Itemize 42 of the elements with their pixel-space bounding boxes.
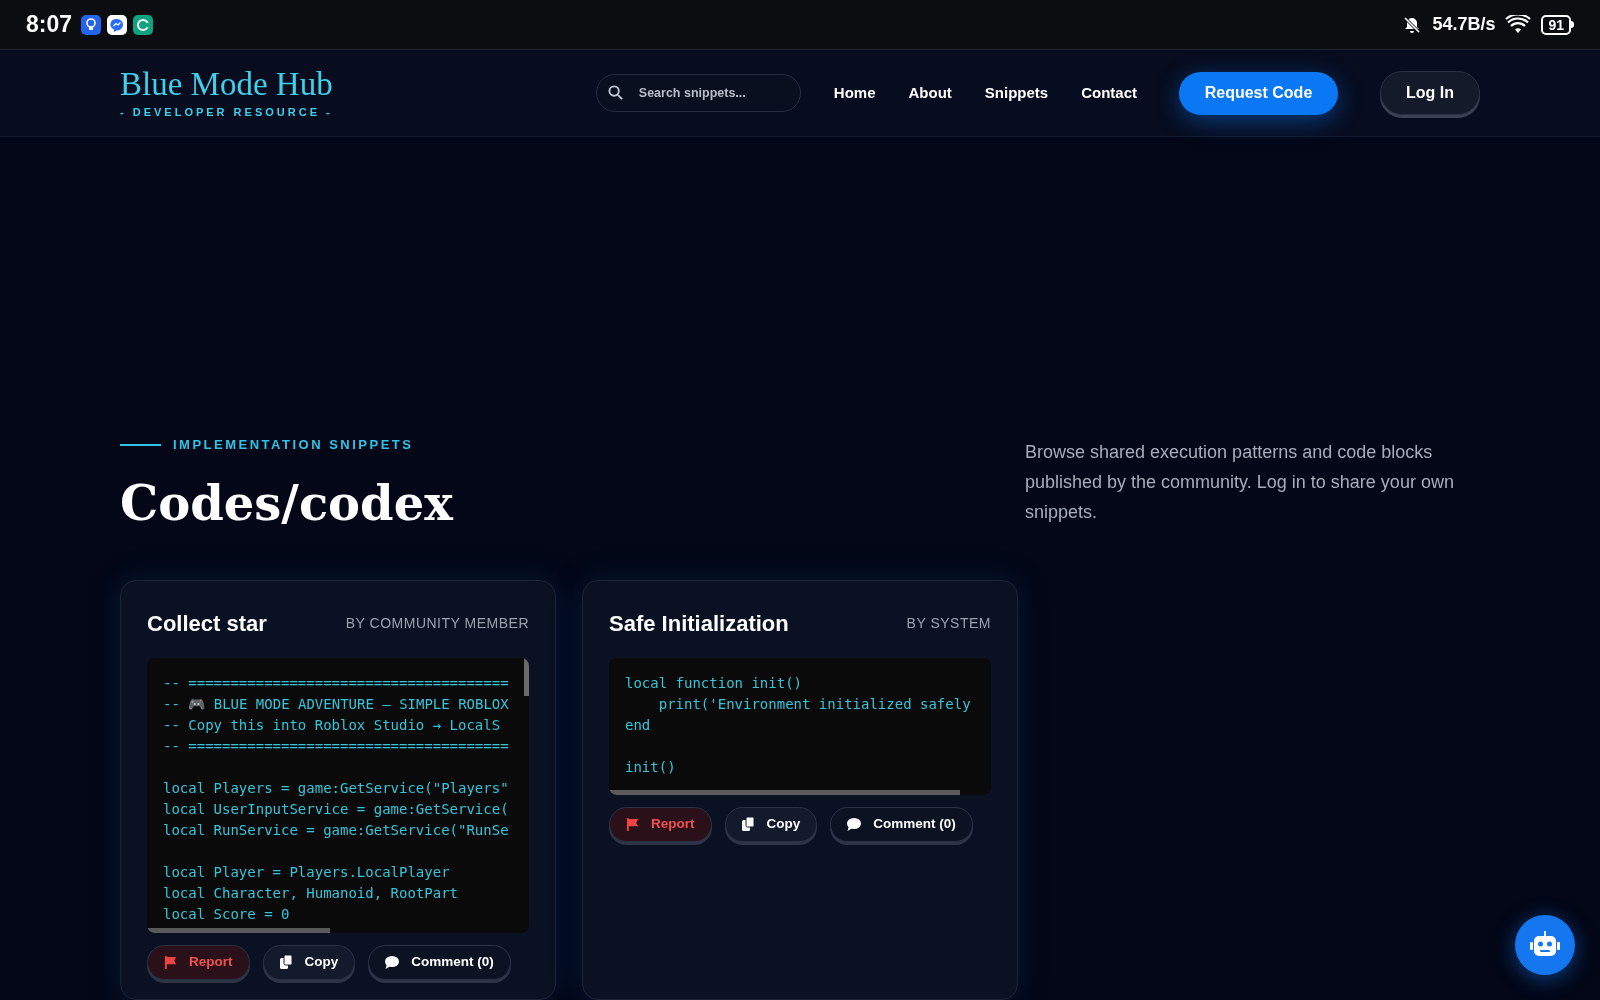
- logo-tagline: - DEVELOPER RESOURCE -: [120, 104, 333, 120]
- request-code-button[interactable]: Request Code: [1179, 71, 1338, 115]
- search-icon: [607, 85, 623, 100]
- code-text: -- ====================================== -- 🎮 BLUE MODE ADVENTURE — SIMPLE ROBLOX -- Copy this into Roblox Studio → LocalS -- ====================================== local Players = game:GetService("Players" local UserInputService = game:GetService( local RunService = game:GetService("RunSe local Player = Players.LocalPlayer local Character, Humanoid, RootPart local Score = 0: [163, 673, 509, 924]
- flag-icon: [626, 817, 639, 831]
- copy-icon: [279, 955, 293, 969]
- speech-bubble-icon: [847, 817, 862, 831]
- nav-link[interactable]: Contact: [1081, 81, 1137, 105]
- chatbot-button[interactable]: [1515, 915, 1575, 975]
- copy-button[interactable]: Copy: [724, 806, 818, 842]
- snippet-author: BY COMMUNITY MEMBER: [345, 613, 529, 633]
- report-button[interactable]: Report: [147, 944, 250, 980]
- code-text: local function init() print('Environment initialized safely end init(): [625, 673, 971, 777]
- snippet-title: Safe Initialization: [609, 609, 789, 638]
- comment-button[interactable]: Comment (0): [368, 944, 511, 980]
- nav-link[interactable]: Home: [833, 81, 876, 105]
- network-speed: 54.7B/s: [1432, 13, 1496, 36]
- page-title: Codes/codex: [120, 473, 453, 533]
- copy-icon: [741, 817, 755, 831]
- wifi-icon: [1505, 14, 1532, 35]
- search-field[interactable]: Search snippets...: [595, 74, 801, 112]
- clock-time: 8:07: [26, 10, 73, 40]
- site-logo[interactable]: Blue Mode Hub: [120, 65, 333, 102]
- bulb-app-icon: [81, 14, 102, 35]
- login-button[interactable]: Log In: [1380, 71, 1480, 115]
- report-button[interactable]: Report: [609, 806, 712, 842]
- vertical-scrollbar[interactable]: [524, 657, 529, 696]
- nav-link[interactable]: Snippets: [984, 81, 1049, 105]
- robot-icon: [1529, 931, 1561, 959]
- comment-button[interactable]: Comment (0): [830, 806, 973, 842]
- section-description: Browse shared execution patterns and code blocks published by the community. Log in to share your own snippets.: [1025, 441, 1455, 524]
- nav-link[interactable]: About: [908, 81, 952, 105]
- flag-icon: [164, 955, 177, 969]
- battery-indicator: 91: [1541, 14, 1574, 35]
- chat-app-icon: [133, 14, 154, 35]
- speech-bubble-icon: [385, 955, 400, 969]
- messenger-app-icon: [107, 14, 128, 35]
- copy-button[interactable]: Copy: [262, 944, 356, 980]
- snippet-title: Collect star: [147, 609, 267, 638]
- section-eyebrow: IMPLEMENTATION SNIPPETS: [173, 436, 414, 454]
- snippet-author: BY SYSTEM: [906, 613, 991, 633]
- bell-muted-icon: [1402, 14, 1423, 35]
